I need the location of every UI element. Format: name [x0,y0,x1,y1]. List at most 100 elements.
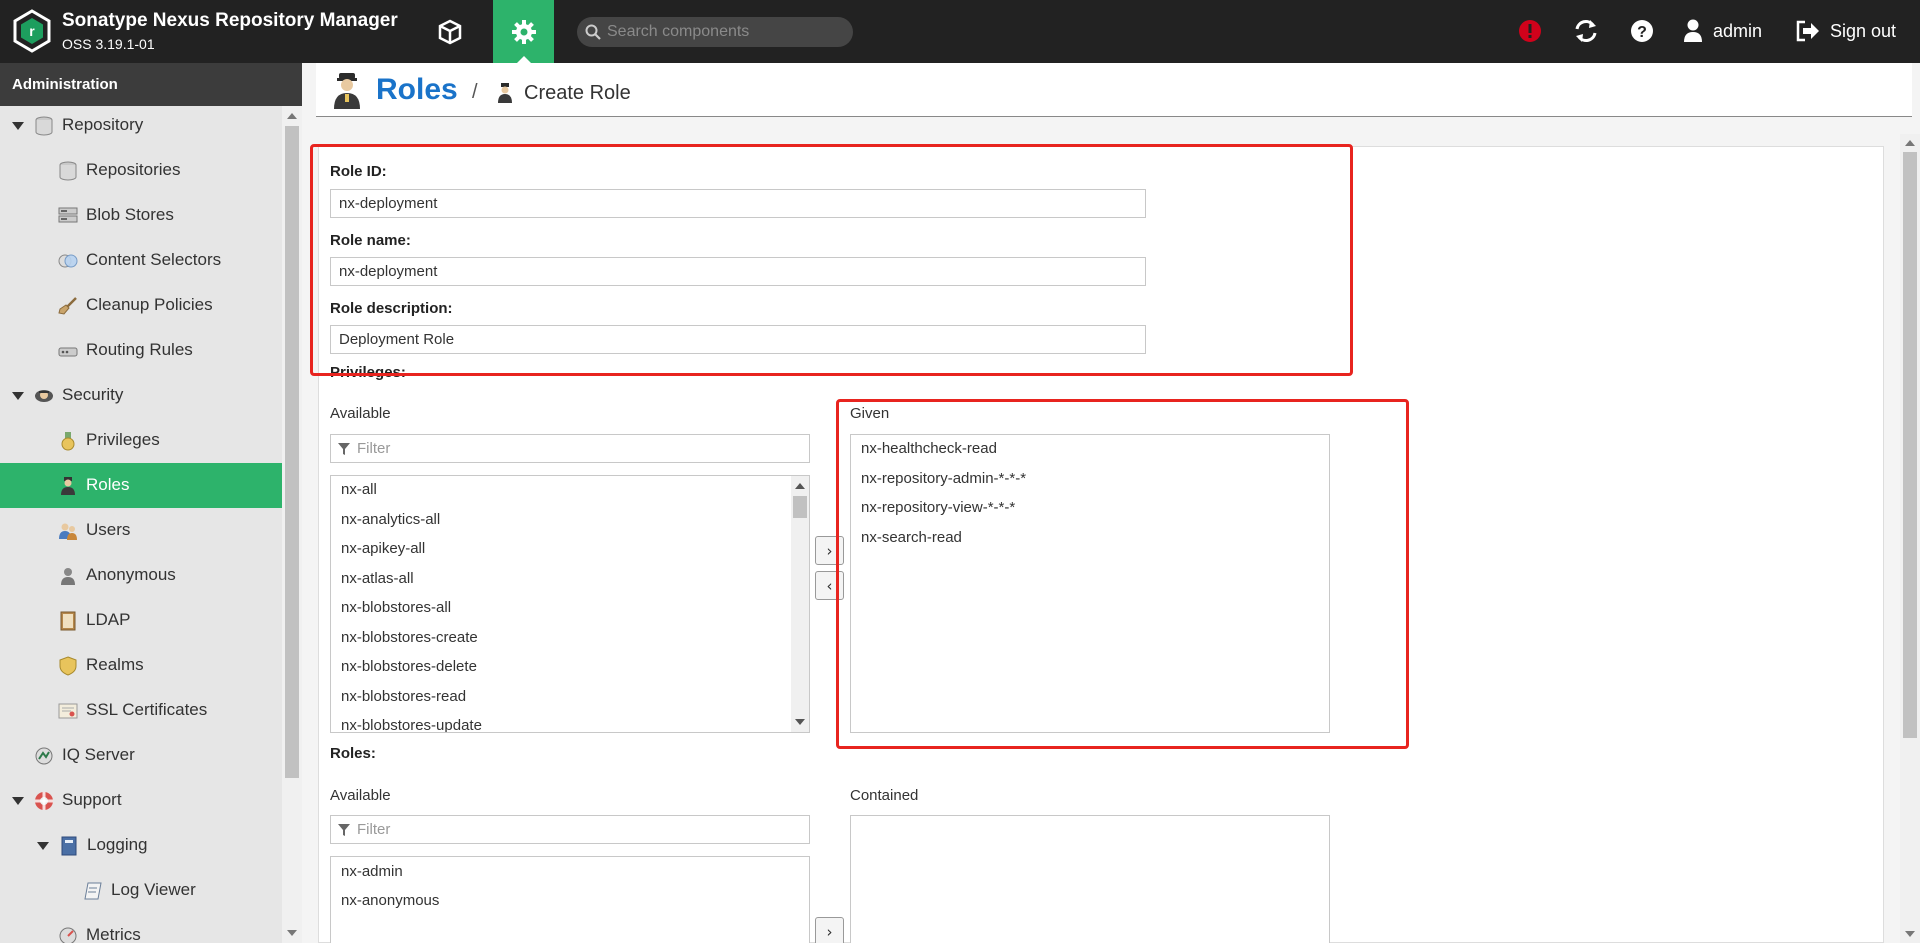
scroll-down-arrow-icon[interactable] [1905,931,1915,937]
brand[interactable]: r Sonatype Nexus Repository Manager OSS … [12,9,398,53]
breadcrumb-roles-link[interactable]: Roles [376,73,458,107]
sidebar-item-privileges[interactable]: Privileges [0,418,282,463]
list-item[interactable]: nx-analytics-all [341,511,440,528]
refresh-button[interactable] [1571,16,1601,46]
scroll-down-arrow-icon[interactable] [795,719,805,725]
list-item[interactable]: nx-admin [341,863,403,880]
role-name-label: Role name: [330,232,411,249]
cube-icon [438,19,462,44]
sidebar-item-blob-stores[interactable]: Blob Stores [0,193,282,238]
sidebar-item-users[interactable]: Users [0,508,282,553]
sidebar-scrollbar[interactable] [282,106,302,943]
list-item[interactable]: nx-healthcheck-read [861,440,997,457]
certificate-icon [58,703,78,719]
sidebar-item-iq-server[interactable]: IQ Server [0,733,282,778]
sidebar-item-repositories[interactable]: Repositories [0,148,282,193]
svg-text:r: r [29,23,35,39]
expand-triangle-icon[interactable] [37,842,49,850]
system-alert-button[interactable] [1515,16,1545,46]
list-item[interactable]: nx-search-read [861,529,962,546]
sidebar-item-anonymous[interactable]: Anonymous [0,553,282,598]
sidebar-item-log-viewer[interactable]: Log Viewer [0,868,282,913]
scroll-up-arrow-icon[interactable] [795,483,805,489]
privileges-available-label: Available [330,405,391,422]
add-privilege-button[interactable]: › [815,536,844,565]
user-icon [1684,19,1702,42]
search-input[interactable] [607,23,847,41]
list-item[interactable]: nx-blobstores-create [341,629,478,646]
main-scrollbar[interactable] [1900,134,1920,943]
signout-button[interactable]: Sign out [1796,15,1896,47]
roles-filter-input[interactable] [357,821,797,838]
contained-roles-list[interactable] [850,815,1330,943]
sidebar-item-metrics[interactable]: Metrics [0,913,282,943]
router-icon [58,347,78,357]
role-name-input[interactable] [330,257,1146,286]
medal-icon [61,432,75,451]
sidebar-item-support[interactable]: Support [0,778,282,823]
sidebar-item-ldap[interactable]: LDAP [0,598,282,643]
sidebar-item-realms[interactable]: Realms [0,643,282,688]
filter-icon [338,823,350,836]
alert-icon [1519,20,1541,42]
role-description-label: Role description: [330,300,453,317]
remove-privilege-button[interactable]: ‹ [815,571,844,600]
sidebar-item-roles[interactable]: Roles [0,463,282,508]
sidebar-item-content-selectors[interactable]: Content Selectors [0,238,282,283]
svg-text:?: ? [1637,24,1647,41]
roles-filter[interactable] [330,815,810,844]
expand-triangle-icon[interactable] [12,392,24,400]
sidebar-item-logging[interactable]: Logging [0,823,282,868]
add-role-button[interactable]: › [815,917,844,943]
list-scroll-thumb[interactable] [793,496,807,518]
list-item[interactable]: nx-all [341,481,377,498]
list-item[interactable]: nx-blobstores-update [341,717,482,732]
available-privileges-list[interactable]: nx-all nx-analytics-all nx-apikey-all nx… [330,475,810,733]
sidebar-item-routing-rules[interactable]: Routing Rules [0,328,282,373]
breadcrumb-separator: / [472,81,478,103]
scroll-up-arrow-icon[interactable] [287,113,297,119]
list-item[interactable]: nx-blobstores-read [341,688,466,705]
main-scroll-thumb[interactable] [1903,152,1917,738]
privileges-filter-input[interactable] [357,440,797,457]
scroll-down-arrow-icon[interactable] [287,930,297,936]
top-bar: r Sonatype Nexus Repository Manager OSS … [0,0,1920,63]
list-item[interactable]: nx-repository-view-*-*-* [861,499,1015,516]
main-content: Roles / Create Role Role ID: Role name: … [302,63,1920,943]
sidebar-item-cleanup-policies[interactable]: Cleanup Policies [0,283,282,328]
expand-triangle-icon[interactable] [12,797,24,805]
sidebar-scroll-thumb[interactable] [285,126,299,778]
given-privileges-list[interactable]: nx-healthcheck-read nx-repository-admin-… [850,434,1330,733]
nexus-logo-icon: r [13,9,51,53]
create-role-form: Role ID: Role name: Role description: Pr… [318,146,1884,943]
list-item[interactable]: nx-blobstores-delete [341,658,477,675]
role-description-input[interactable] [330,325,1146,354]
sidebar-item-security[interactable]: Security [0,373,282,418]
admin-mode-button[interactable] [493,0,554,63]
available-roles-list[interactable]: nx-admin nx-anonymous [330,856,810,943]
expand-triangle-icon[interactable] [12,122,24,130]
help-button[interactable]: ? [1627,16,1657,46]
sidebar-item-repository[interactable]: Repository [0,106,282,148]
breadcrumb: Roles / Create Role [316,63,1912,117]
privileges-filter[interactable] [330,434,810,463]
iq-icon [35,747,53,765]
list-item[interactable]: nx-repository-admin-*-*-* [861,470,1026,487]
security-icon [35,390,53,402]
list-item[interactable]: nx-blobstores-all [341,599,451,616]
list-scrollbar[interactable] [791,476,809,732]
lifebuoy-icon [35,792,53,810]
filter-icon [338,442,350,455]
sidebar-item-ssl-certificates[interactable]: SSL Certificates [0,688,282,733]
app-version: OSS 3.19.1-01 [62,36,155,52]
list-item[interactable]: nx-apikey-all [341,540,425,557]
user-menu[interactable]: admin [1683,15,1762,47]
browse-mode-button[interactable] [425,0,475,63]
list-item[interactable]: nx-atlas-all [341,570,414,587]
search-box[interactable] [577,17,853,47]
role-id-input[interactable] [330,189,1146,218]
privileges-given-label: Given [850,405,890,422]
list-item[interactable]: nx-anonymous [341,892,439,909]
signout-label: Sign out [1830,20,1897,41]
scroll-up-arrow-icon[interactable] [1905,140,1915,146]
